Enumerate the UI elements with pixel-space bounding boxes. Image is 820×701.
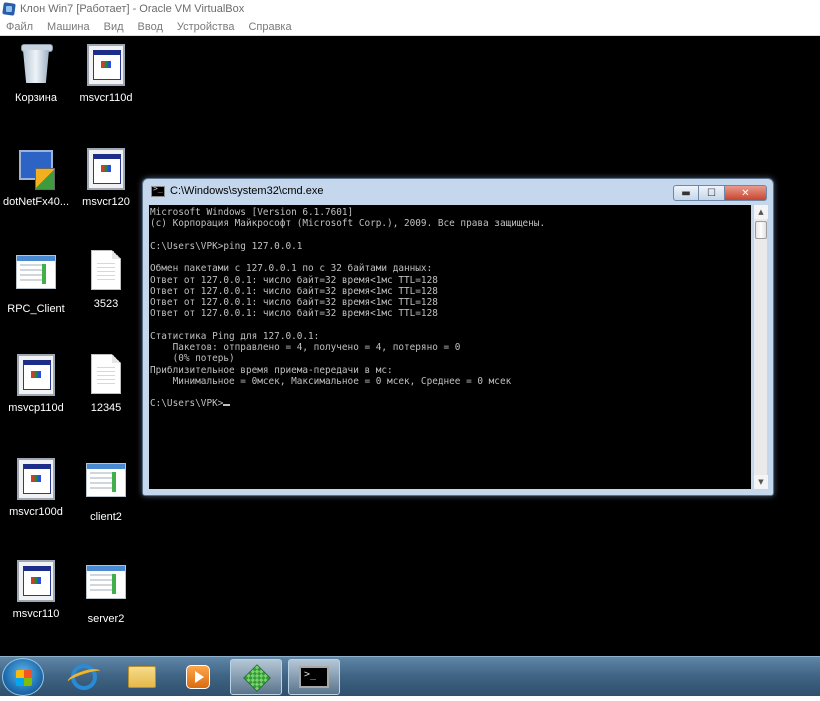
desktop-icon-3523[interactable]: 3523 [70,250,142,310]
console-line: Пакетов: отправлено = 4, получено = 4, п… [150,342,461,353]
virtualbox-titlebar: Клон Win7 [Работает] - Oracle VM Virtual… [0,0,820,18]
desktop-icon-label: msvcr120 [82,196,130,208]
console-prompt-line[interactable]: C:\Users\VPK> [150,398,751,409]
desktop-icon-rpc-client[interactable]: RPC_Client [0,250,72,315]
scroll-down-button[interactable]: ▼ [754,475,768,489]
cmd-window-title: C:\Windows\system32\cmd.exe [170,185,324,197]
desktop-icon-label: Корзина [15,92,57,104]
text-cursor [223,404,231,407]
scroll-up-button[interactable]: ▲ [754,205,768,219]
desktop-icon-msvcr110d[interactable]: msvcr110d [70,44,142,104]
virtualbox-menubar: Файл Машина Вид Ввод Устройства Справка [0,18,820,36]
console-line: C:\Users\VPK>ping 127.0.0.1 [150,240,303,252]
menu-devices[interactable]: Устройства [170,21,242,33]
media-player-icon [186,665,210,689]
desktop-icon-label: dotNetFx40... [2,196,70,208]
exe-window-icon [16,255,56,289]
desktop-icon-label: msvcp110d [8,402,64,414]
document-icon [91,250,121,290]
console-line: Microsoft Windows [Version 6.1.7601] [150,207,354,218]
setup-icon [242,663,270,691]
console-line: Ответ от 127.0.0.1: число байт=32 время<… [150,297,438,308]
exe-window-icon [86,565,126,599]
command-prompt-icon [151,184,165,197]
console-prompt: C:\Users\VPK> [150,398,224,410]
desktop-icon-label: RPC_Client [7,303,65,315]
console-line: Ответ от 127.0.0.1: число байт=32 время<… [150,285,438,297]
minimize-button[interactable]: ▬ [673,185,699,201]
taskbar-file-explorer[interactable] [116,659,168,695]
desktop-icon-msvcr110[interactable]: msvcr110 [0,560,72,620]
command-prompt-icon [299,666,329,688]
console-line: Ответ от 127.0.0.1: число байт=32 время<… [150,308,438,320]
internet-explorer-icon [71,664,97,690]
desktop-icon-msvcr100d[interactable]: msvcr100d [0,458,72,518]
menu-machine[interactable]: Машина [40,21,97,33]
desktop-icon-msvcp110d[interactable]: msvcp110d [0,354,72,414]
desktop-icon-label: msvcr110d [79,92,133,104]
console-line: Минимальное = 0мсек, Максимальное = 0 мс… [150,375,512,387]
desktop-icon-12345[interactable]: 12345 [70,354,142,414]
taskbar-media-player[interactable] [172,659,224,695]
cmd-titlebar[interactable]: C:\Windows\system32\cmd.exe ▬ ☐ ✕ [143,179,773,203]
console-line: Статистика Ping для 127.0.0.1: [150,330,320,342]
console-line: (0% потерь) [150,353,235,365]
cmd-window[interactable]: C:\Windows\system32\cmd.exe ▬ ☐ ✕ Micros… [142,178,774,496]
taskbar-internet-explorer[interactable] [58,659,110,695]
document-icon [91,354,121,394]
app-window-icon [87,44,125,86]
desktop-icon-dotnetfx40[interactable]: dotNetFx40... [0,148,72,208]
console-line: (c) Корпорация Майкрософт (Microsoft Cor… [150,218,546,230]
vertical-scrollbar[interactable]: ▲ ▼ [753,205,768,489]
desktop-icon-client2[interactable]: client2 [70,458,142,523]
dotnet-installer-icon [17,148,55,190]
console-line: Ответ от 127.0.0.1: число байт=32 время<… [150,274,438,286]
desktop-icon-label: msvcr110 [12,608,60,620]
taskbar-setup[interactable] [230,659,282,695]
desktop-icon-recycle-bin[interactable]: Корзина [0,44,72,104]
exe-window-icon [86,463,126,497]
taskbar-command-prompt[interactable] [288,659,340,695]
desktop-icon-label: server2 [87,613,125,625]
desktop-icon-server2[interactable]: server2 [70,560,142,625]
console-output[interactable]: Microsoft Windows [Version 6.1.7601] (c)… [149,205,751,489]
menu-view[interactable]: Вид [97,21,131,33]
recycle-bin-icon [21,44,53,84]
virtualbox-logo-icon [2,2,16,16]
desktop-icon-label: msvcr100d [9,506,63,518]
desktop-icon-msvcr120[interactable]: msvcr120 [70,148,142,208]
file-explorer-icon [128,666,156,688]
taskbar [0,656,820,696]
start-button[interactable] [2,658,44,696]
console-line: Приблизительное время приема-передачи в … [150,364,393,376]
window-controls: ▬ ☐ ✕ [673,185,767,201]
app-window-icon [17,560,55,602]
menu-help[interactable]: Справка [241,21,298,33]
maximize-button[interactable]: ☐ [699,185,725,201]
window-title: Клон Win7 [Работает] - Oracle VM Virtual… [20,3,245,15]
menu-file[interactable]: Файл [0,21,40,33]
desktop-icon-label: client2 [90,511,122,523]
scrollbar-thumb[interactable] [755,221,767,239]
app-window-icon [87,148,125,190]
menu-input[interactable]: Ввод [131,21,170,33]
desktop-icon-label: 3523 [93,298,119,310]
close-button[interactable]: ✕ [725,185,767,201]
app-window-icon [17,354,55,396]
console-line: Обмен пакетами с 127.0.0.1 по с 32 байта… [150,263,433,275]
app-window-icon [17,458,55,500]
host-status-strip [0,696,820,701]
desktop-icon-label: 12345 [90,402,122,414]
